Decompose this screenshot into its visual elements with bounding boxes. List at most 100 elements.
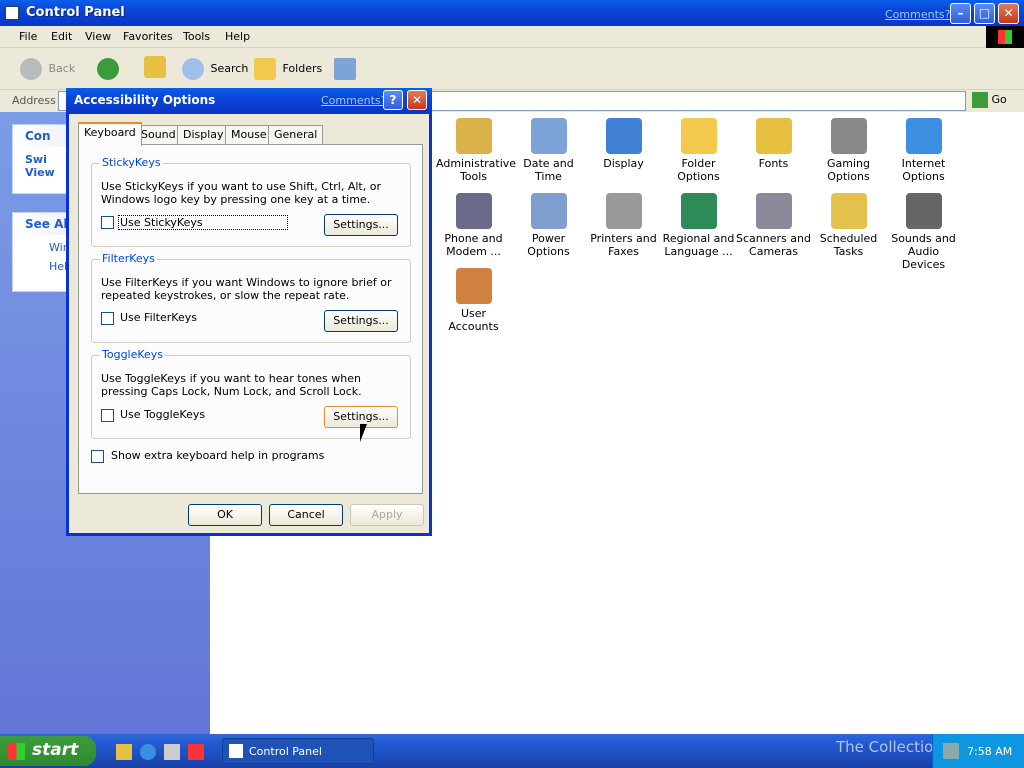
- dialog-help-button[interactable]: ?: [383, 90, 403, 110]
- control-panel-item[interactable]: Internet Options: [886, 118, 961, 183]
- tab-sound[interactable]: Sound: [135, 125, 182, 145]
- filterkeys-settings-button[interactable]: Settings...: [324, 310, 398, 332]
- control-panel-item[interactable]: Sounds and Audio Devices: [886, 193, 961, 271]
- menu-file[interactable]: File: [19, 30, 37, 43]
- forward-button[interactable]: [97, 58, 119, 80]
- quicklaunch-ie-icon[interactable]: [140, 744, 156, 760]
- folders-button[interactable]: Folders: [254, 58, 322, 80]
- clock[interactable]: 7:58 AM: [967, 745, 1012, 758]
- taskbar-task-label: Control Panel: [249, 745, 322, 758]
- control-panel-item[interactable]: Date and Time: [511, 118, 586, 183]
- tasks-folder-icon: [830, 193, 867, 229]
- control-panel-item[interactable]: Scanners and Cameras: [736, 193, 811, 258]
- go-label: Go: [991, 93, 1007, 106]
- stickykeys-checkbox[interactable]: [101, 216, 114, 229]
- control-panel-titlebar: Control Panel Comments? – □ ✕: [0, 0, 1024, 26]
- togglekeys-label[interactable]: Use ToggleKeys: [120, 408, 205, 421]
- menu-help[interactable]: Help: [225, 30, 250, 43]
- control-panel-item-label: Sounds and Audio Devices: [891, 232, 956, 271]
- accessibility-options-dialog: Accessibility Options Comments? ? ✕ Keyb…: [66, 88, 432, 536]
- search-icon: [182, 58, 204, 80]
- taskbar: start Control Panel The Collection Book …: [0, 734, 1024, 768]
- admin-tools-icon: [455, 118, 492, 154]
- stickykeys-label[interactable]: Use StickyKeys: [118, 215, 288, 230]
- stickykeys-settings-button[interactable]: Settings...: [324, 214, 398, 236]
- start-button[interactable]: start: [0, 736, 96, 766]
- up-folder-icon: [144, 56, 166, 78]
- control-panel-item[interactable]: Scheduled Tasks: [811, 193, 886, 258]
- quicklaunch-media-icon[interactable]: [164, 744, 180, 760]
- extra-keyboard-help-label[interactable]: Show extra keyboard help in programs: [111, 449, 324, 462]
- control-panel-item[interactable]: Phone and Modem ...: [436, 193, 511, 258]
- comments-link[interactable]: Comments?: [885, 8, 950, 21]
- menu-edit[interactable]: Edit: [51, 30, 72, 43]
- start-windows-flag-icon: [8, 743, 25, 760]
- back-arrow-icon: [20, 58, 42, 80]
- keyboard-tab-panel: StickyKeys Use StickyKeys if you want to…: [78, 144, 423, 494]
- apply-button[interactable]: Apply: [350, 504, 424, 526]
- maximize-button[interactable]: □: [974, 3, 995, 24]
- back-button[interactable]: Back: [20, 58, 75, 80]
- quicklaunch-explorer-icon[interactable]: [188, 744, 204, 760]
- menu-view[interactable]: View: [85, 30, 111, 43]
- control-panel-item-label: Folder Options: [677, 157, 720, 183]
- tab-general[interactable]: General: [268, 125, 324, 145]
- control-panel-item-label: Power Options: [527, 232, 570, 258]
- control-panel-item-label: User Accounts: [448, 307, 499, 333]
- filterkeys-label[interactable]: Use FilterKeys: [120, 311, 197, 324]
- extra-keyboard-help-checkbox[interactable]: [91, 450, 104, 463]
- globe-icon: [680, 193, 717, 229]
- taskbar-control-panel-button[interactable]: Control Panel: [222, 738, 374, 764]
- control-panel-item-label: Scanners and Cameras: [736, 232, 811, 258]
- control-panel-item[interactable]: Administrative Tools: [436, 118, 516, 183]
- monitor-icon: [605, 118, 642, 154]
- stickykeys-title: StickyKeys: [100, 156, 163, 169]
- scanner-icon: [755, 193, 792, 229]
- address-label: Address: [12, 94, 56, 107]
- control-panel-item[interactable]: Folder Options: [661, 118, 736, 183]
- ok-button[interactable]: OK: [188, 504, 262, 526]
- go-arrow-icon: [972, 92, 988, 108]
- search-button[interactable]: Search: [182, 58, 248, 80]
- mouse-pointer-icon: [360, 424, 367, 442]
- quicklaunch-desktop-icon[interactable]: [116, 744, 132, 760]
- minimize-button[interactable]: –: [950, 3, 971, 24]
- folders-label: Folders: [282, 62, 323, 75]
- dialog-comments-link[interactable]: Comments?: [321, 94, 386, 107]
- views-button[interactable]: [334, 58, 356, 80]
- control-panel-item-label: Gaming Options: [827, 157, 870, 183]
- control-panel-app-icon: [5, 6, 19, 20]
- tab-mouse[interactable]: Mouse: [225, 125, 273, 145]
- cancel-button[interactable]: Cancel: [269, 504, 343, 526]
- close-button[interactable]: ✕: [998, 3, 1019, 24]
- users-icon: [455, 268, 492, 304]
- menu-tools[interactable]: Tools: [183, 30, 210, 43]
- go-button[interactable]: Go: [972, 92, 1007, 108]
- forward-arrow-icon: [97, 58, 119, 80]
- control-panel-item[interactable]: Gaming Options: [811, 118, 886, 183]
- window-title: Control Panel: [26, 5, 125, 20]
- control-panel-item[interactable]: Fonts: [736, 118, 811, 170]
- dialog-close-button[interactable]: ✕: [407, 90, 427, 110]
- control-panel-item[interactable]: Power Options: [511, 193, 586, 258]
- control-panel-item[interactable]: Printers and Faxes: [586, 193, 661, 258]
- filterkeys-title: FilterKeys: [100, 252, 157, 265]
- tab-display[interactable]: Display: [177, 125, 230, 145]
- search-label: Search: [210, 62, 249, 75]
- up-folder-button[interactable]: [144, 56, 166, 78]
- control-panel-item-label: Display: [603, 157, 644, 170]
- control-panel-item[interactable]: Display: [586, 118, 661, 170]
- clock-icon: [530, 118, 567, 154]
- togglekeys-checkbox[interactable]: [101, 409, 114, 422]
- control-panel-item-label: Scheduled Tasks: [819, 232, 878, 258]
- filterkeys-checkbox[interactable]: [101, 312, 114, 325]
- toolbar: Back Search Folders: [0, 48, 1024, 90]
- power-icon: [530, 193, 567, 229]
- menu-favorites[interactable]: Favorites: [123, 30, 173, 43]
- control-panel-item[interactable]: Regional and Language ...: [661, 193, 736, 258]
- stickykeys-group: StickyKeys Use StickyKeys if you want to…: [91, 156, 411, 247]
- tab-keyboard[interactable]: Keyboard: [78, 122, 142, 146]
- control-panel-item[interactable]: User Accounts: [436, 268, 511, 333]
- tray-network-icon[interactable]: [943, 743, 959, 759]
- control-panel-item-label: Fonts: [758, 157, 789, 170]
